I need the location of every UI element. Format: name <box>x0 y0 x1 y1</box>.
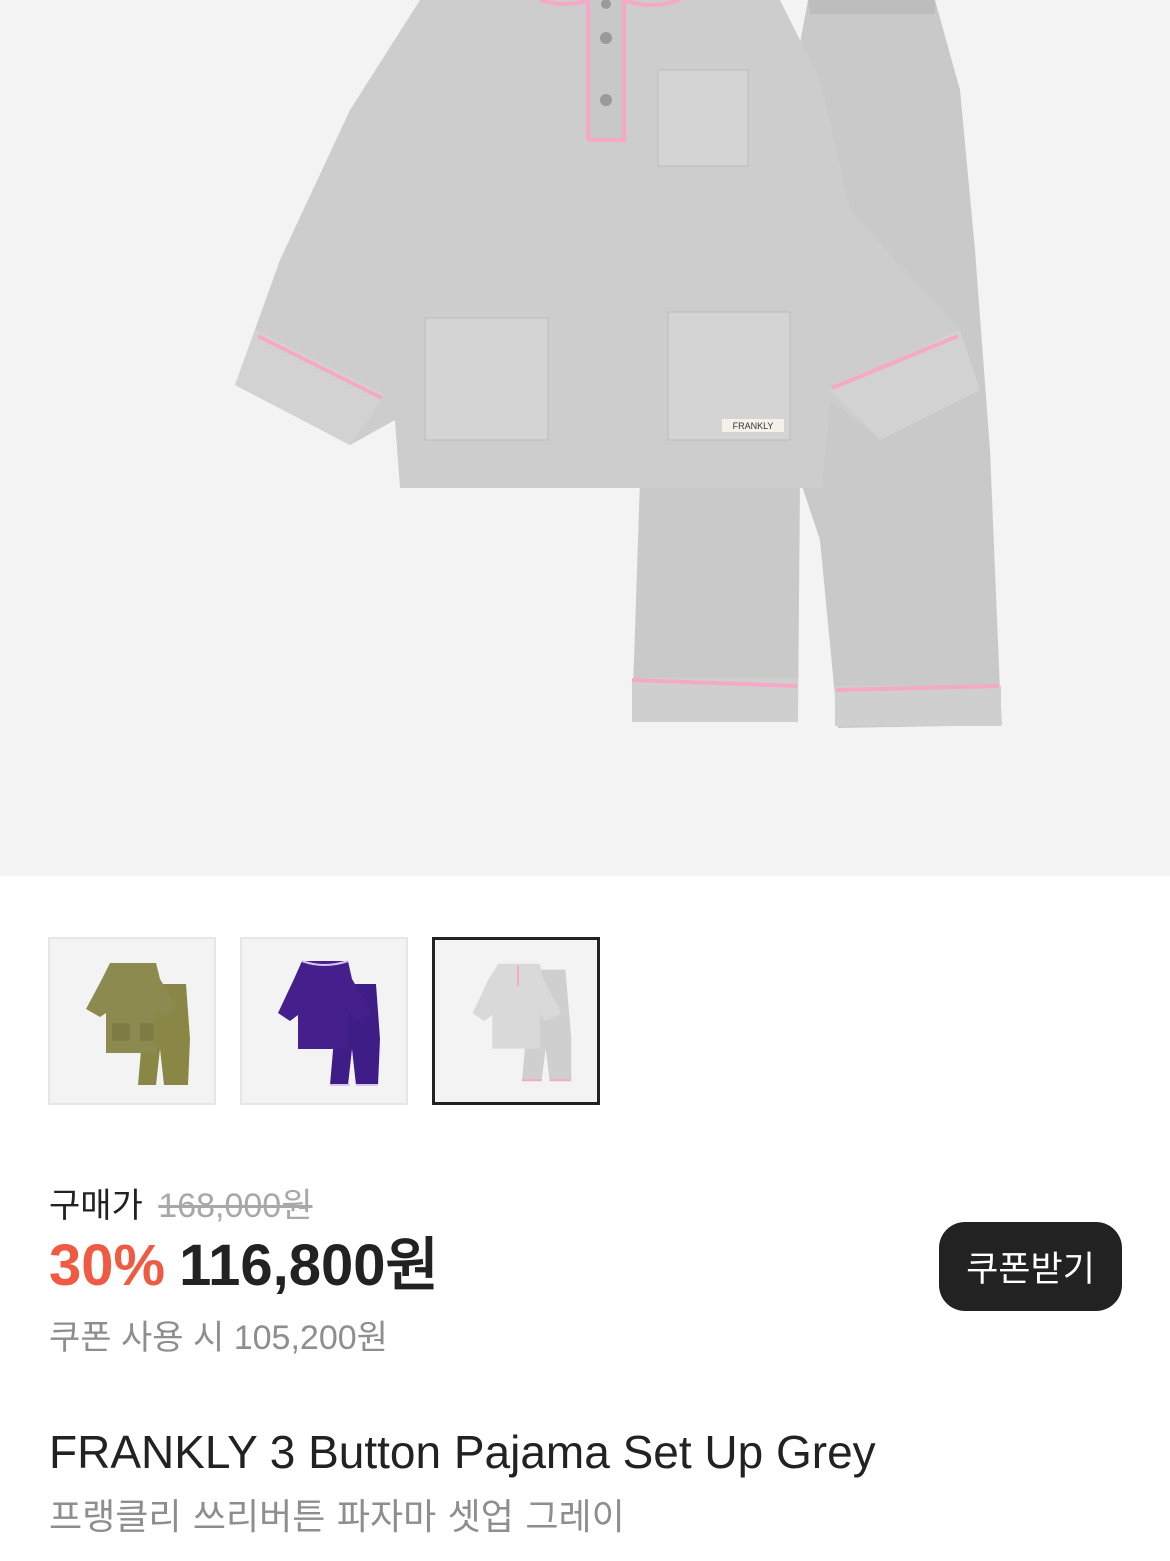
original-price: 168,000원 <box>158 1187 313 1225</box>
product-main-image[interactable]: FRANKLY <box>0 0 1170 876</box>
thumbnail-olive-pajama[interactable] <box>48 937 216 1105</box>
price-label: 구매가 <box>49 1187 143 1225</box>
product-title-ko: 프랭클리 쓰리버튼 파자마 셋업 그레이 <box>49 1497 625 1538</box>
product-title-en: FRANKLY 3 Button Pajama Set Up Grey <box>49 1426 876 1478</box>
thumbnail-grey-pajama[interactable] <box>432 937 600 1105</box>
grey-pajama-image <box>435 940 597 1102</box>
brand-tag-label: FRANKLY <box>733 421 774 431</box>
price-label-row: 구매가 168,000원 <box>49 1178 312 1227</box>
discount-rate: 30% <box>49 1233 166 1298</box>
sale-price: 116,800원 <box>179 1233 439 1298</box>
olive-pajama-image <box>50 939 214 1103</box>
sale-price-row: 30% 116,800원 <box>49 1230 439 1302</box>
get-coupon-button[interactable]: 쿠폰받기 <box>939 1222 1122 1311</box>
coupon-price-text: 쿠폰 사용 시 105,200원 <box>49 1319 388 1357</box>
thumbnail-purple-pajama[interactable] <box>240 937 408 1105</box>
pajama-illustration: FRANKLY <box>0 0 1170 876</box>
purple-pajama-image <box>242 939 406 1103</box>
